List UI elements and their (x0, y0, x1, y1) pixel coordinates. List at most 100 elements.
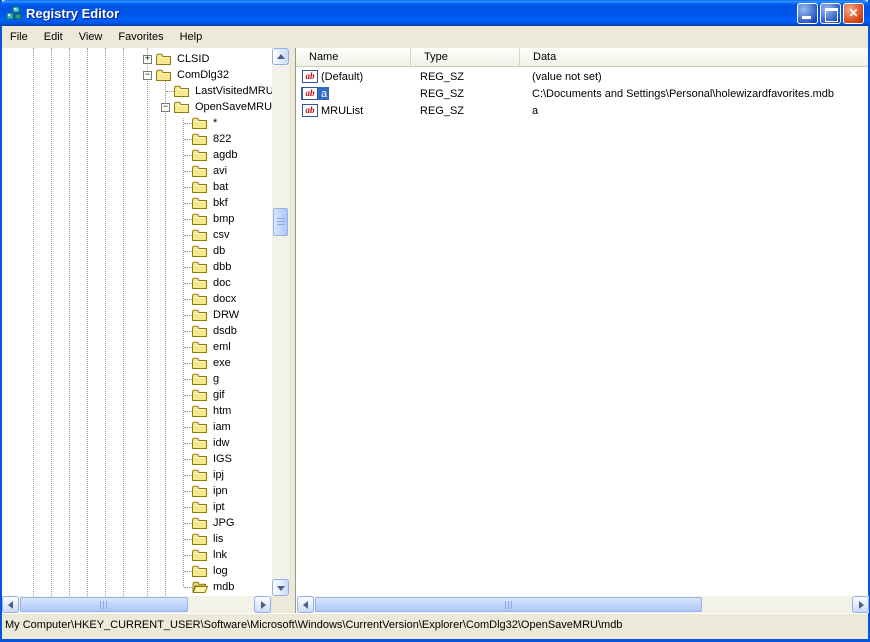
tree-item-bkf[interactable]: −bkf (177, 195, 228, 211)
folder-icon (192, 197, 207, 209)
folder-open-icon (192, 581, 208, 593)
scroll-up-button[interactable] (272, 48, 289, 65)
scroll-left-button[interactable] (297, 596, 314, 613)
column-header-name[interactable]: Name (296, 48, 411, 66)
tree-item-eml[interactable]: −eml (177, 339, 231, 355)
tree-item-g[interactable]: −g (177, 371, 219, 387)
close-button[interactable] (843, 3, 864, 24)
folder-icon (192, 437, 207, 449)
tree-item-jpg[interactable]: −JPG (177, 515, 234, 531)
folder-icon (192, 453, 207, 465)
tree-item-label: ComDlg32 (177, 69, 229, 81)
tree-item-iam[interactable]: −iam (177, 419, 231, 435)
registry-values-pane: Name Type Data ab (Default) REG_SZ (value n… (295, 48, 869, 613)
tree-item-[interactable]: −* (177, 115, 217, 131)
tree-item-bat[interactable]: −bat (177, 179, 228, 195)
tree-item-log[interactable]: −log (177, 563, 228, 579)
tree-item-label: ipt (213, 501, 225, 513)
tree-item-avi[interactable]: −avi (177, 163, 227, 179)
tree-hscroll-thumb[interactable] (20, 597, 188, 612)
tree-item-ipn[interactable]: −ipn (177, 483, 228, 499)
value-row[interactable]: ab a REG_SZ C:\Documents and Settings\Perso… (296, 85, 868, 102)
tree-item-doc[interactable]: −doc (177, 275, 231, 291)
tree-item-docx[interactable]: −docx (177, 291, 236, 307)
tree-item-label: dsdb (213, 325, 237, 337)
tree-item-ipt[interactable]: −ipt (177, 499, 225, 515)
list-horizontal-scrollbar[interactable] (297, 596, 869, 613)
tree-item-dsdb[interactable]: −dsdb (177, 323, 237, 339)
tree-item-822[interactable]: −822 (177, 131, 231, 147)
tree-item-opensavemru[interactable]: − OpenSaveMRU (159, 99, 272, 115)
tree-vscroll-thumb[interactable] (273, 208, 288, 236)
folder-icon (192, 277, 207, 289)
folder-icon (192, 229, 207, 241)
selected-value[interactable]: ab a (301, 87, 330, 100)
maximize-button[interactable] (820, 3, 841, 24)
value-entry[interactable]: ab MRUList (301, 104, 365, 117)
value-entry[interactable]: ab (Default) (301, 70, 365, 83)
arrow-down-icon (277, 586, 285, 591)
menu-edit[interactable]: Edit (36, 28, 71, 46)
scroll-down-button[interactable] (272, 579, 289, 596)
tree-item-dbb[interactable]: −dbb (177, 259, 231, 275)
folder-icon (192, 485, 207, 497)
value-name-cell: ab MRUList (296, 104, 411, 117)
string-value-icon: ab (302, 104, 318, 117)
registry-tree[interactable]: + CLSID − ComDlg32 −LastVisitedMRU−OpenSaveM… (2, 48, 272, 596)
tree-item-lis[interactable]: −lis (177, 531, 223, 547)
scroll-right-button[interactable] (254, 596, 271, 613)
value-type-cell: REG_SZ (420, 87, 465, 100)
tree-item-label: bmp (213, 213, 235, 225)
tree-item-bmp[interactable]: −bmp (177, 211, 234, 227)
registry-tree-pane: + CLSID − ComDlg32 −LastVisitedMRU−OpenSaveM… (2, 48, 289, 613)
tree-item-clsid[interactable]: + CLSID (141, 51, 209, 67)
folder-icon (192, 517, 207, 529)
column-header-type[interactable]: Type (411, 48, 520, 66)
expand-plus-icon[interactable]: + (143, 54, 152, 64)
tree-item-comdlg32[interactable]: − ComDlg32 (141, 67, 229, 83)
tree-item-label: gif (213, 389, 225, 401)
tree-item-label: iam (213, 421, 231, 433)
tree-item-igs[interactable]: −IGS (177, 451, 232, 467)
scroll-right-button[interactable] (852, 596, 869, 613)
menu-view[interactable]: View (71, 28, 111, 46)
menu-file[interactable]: File (2, 28, 36, 46)
tree-item-label: CLSID (177, 53, 210, 65)
tree-item-db[interactable]: −db (177, 243, 225, 259)
tree-item-mdb[interactable]: −mdb (177, 579, 234, 595)
scroll-left-button[interactable] (2, 596, 19, 613)
tree-item-drw[interactable]: −DRW (177, 307, 239, 323)
collapse-minus-icon[interactable]: − (143, 70, 152, 80)
tree-vertical-scrollbar[interactable] (272, 48, 289, 596)
menu-favorites[interactable]: Favorites (110, 28, 171, 46)
tree-item-exe[interactable]: −exe (177, 355, 231, 371)
value-row[interactable]: ab MRUList REG_SZ a (296, 102, 868, 119)
value-name: (Default) (321, 70, 364, 83)
tree-item-idw[interactable]: −idw (177, 435, 230, 451)
value-name-cell: ab a (296, 87, 411, 100)
column-header-data[interactable]: Data (520, 48, 868, 66)
folder-icon (192, 565, 207, 577)
menu-help[interactable]: Help (172, 28, 211, 46)
tree-item-lastvisitedmru[interactable]: −LastVisitedMRU (159, 83, 272, 99)
folder-icon (156, 53, 171, 65)
tree-item-label: bat (213, 181, 229, 193)
tree-item-label: log (213, 565, 228, 577)
value-row[interactable]: ab (Default) REG_SZ (value not set) (296, 68, 868, 85)
title-bar[interactable]: Registry Editor (0, 0, 870, 26)
tree-item-htm[interactable]: −htm (177, 403, 231, 419)
tree-item-csv[interactable]: −csv (177, 227, 230, 243)
collapse-minus-icon[interactable]: − (161, 102, 170, 112)
tree-item-label: exe (213, 357, 231, 369)
list-column-header: Name Type Data (296, 48, 868, 67)
tree-horizontal-scrollbar[interactable] (2, 596, 271, 613)
folder-icon (192, 549, 207, 561)
tree-item-gif[interactable]: −gif (177, 387, 225, 403)
tree-item-lnk[interactable]: −lnk (177, 547, 227, 563)
tree-item-ipj[interactable]: −ipj (177, 467, 224, 483)
window-title: Registry Editor (26, 5, 120, 21)
tree-item-agdb[interactable]: −agdb (177, 147, 237, 163)
minimize-button[interactable] (797, 3, 818, 24)
list-hscroll-thumb[interactable] (315, 597, 702, 612)
tree-item-label: doc (213, 277, 231, 289)
